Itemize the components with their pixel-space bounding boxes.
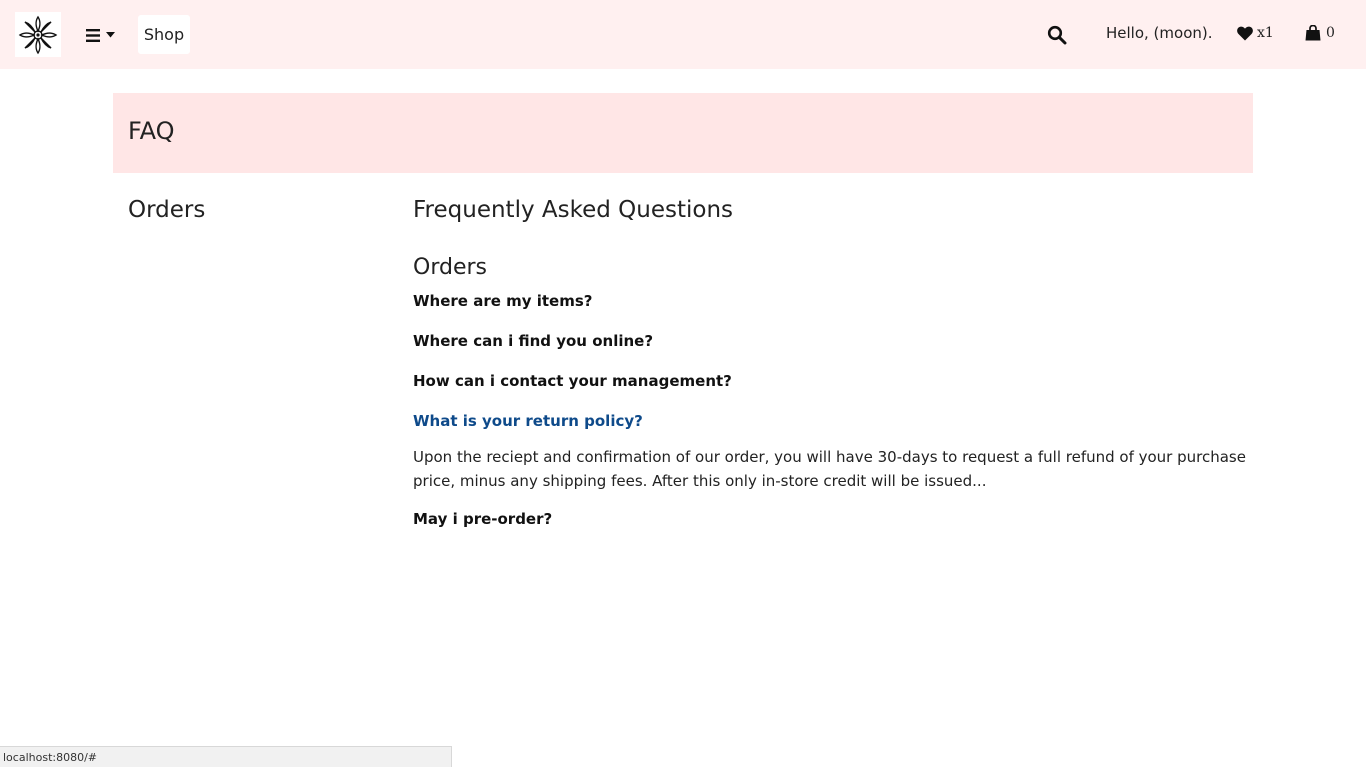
wishlist-count: x1 — [1257, 25, 1274, 41]
faq-question[interactable]: May i pre-order? — [413, 509, 1248, 549]
page-title: FAQ — [128, 117, 175, 145]
faq-answer: Upon the reciept and confirmation of our… — [413, 448, 1246, 490]
sidebar-category-orders[interactable]: Orders — [128, 197, 205, 223]
page-banner: FAQ — [113, 93, 1253, 173]
caret-down-icon — [106, 32, 115, 38]
heart-icon — [1237, 26, 1253, 40]
navbar: Shop Hello, (moon). x1 0 — [0, 0, 1366, 69]
faq-heading: Frequently Asked Questions — [413, 197, 734, 223]
browser-status-bar: localhost:8080/# — [0, 746, 452, 767]
faq-question[interactable]: How can i contact your management? — [413, 371, 1248, 411]
shopping-bag-icon — [1305, 25, 1321, 41]
faq-list: Where are my items? Where can i find you… — [413, 291, 1248, 549]
shop-link[interactable]: Shop — [138, 15, 190, 54]
wishlist-link[interactable]: x1 — [1237, 25, 1274, 41]
faq-question[interactable]: Where are my items? — [413, 291, 1248, 331]
mandala-logo-icon[interactable] — [15, 12, 61, 57]
hamburger-icon — [86, 28, 100, 42]
faq-question[interactable]: Where can i find you online? — [413, 331, 1248, 371]
faq-section-title: Orders — [413, 255, 487, 280]
cart-link[interactable]: 0 — [1305, 25, 1335, 41]
search-icon — [1047, 25, 1067, 45]
menu-toggle-button[interactable] — [86, 22, 126, 48]
user-greeting[interactable]: Hello, (moon). — [1106, 24, 1213, 42]
cart-count: 0 — [1326, 25, 1335, 41]
search-button[interactable] — [1047, 25, 1069, 47]
